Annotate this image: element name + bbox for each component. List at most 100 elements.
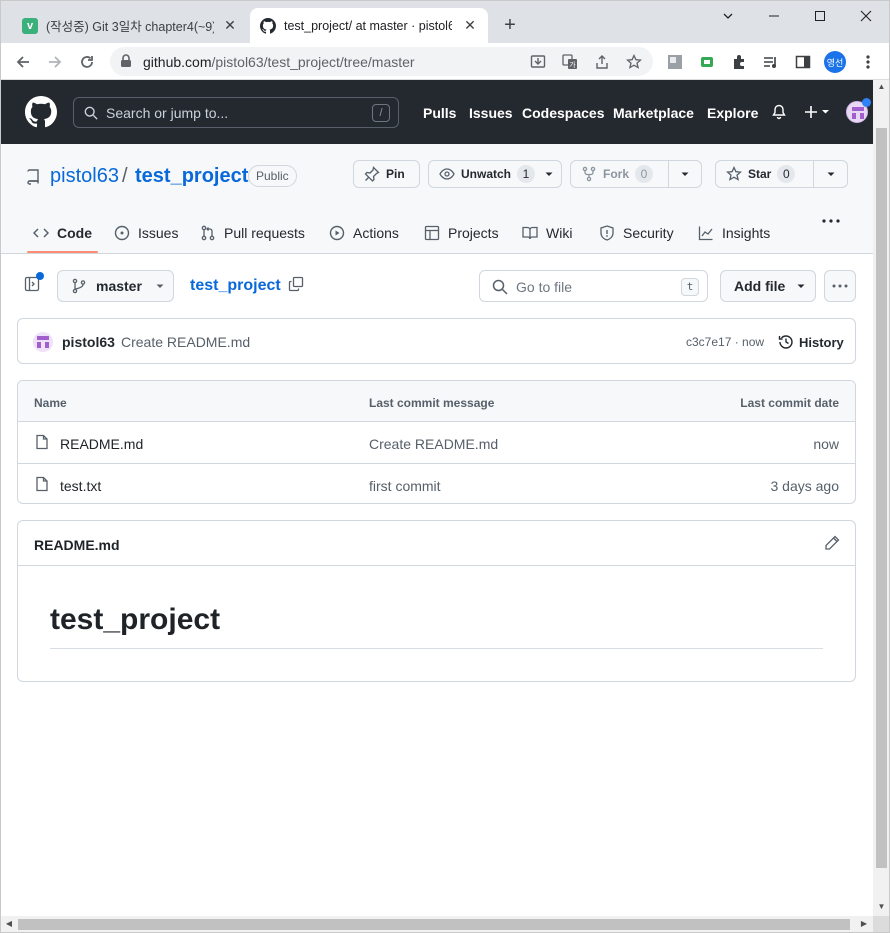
star-button[interactable]: Star 0	[715, 160, 814, 188]
readme-header: README.md	[18, 521, 855, 566]
breadcrumb-repo-link[interactable]: test_project	[190, 277, 281, 295]
fork-dropdown-button[interactable]	[668, 160, 702, 188]
media-control-icon[interactable]	[761, 52, 781, 72]
pin-label: Pin	[386, 167, 405, 181]
expand-file-tree-icon[interactable]	[24, 272, 44, 297]
repo-owner-link[interactable]: pistol63	[50, 165, 119, 188]
scroll-down-arrow-icon[interactable]: ▼	[877, 902, 886, 912]
url-path: /pistol63/test_project/tree/master	[211, 54, 415, 70]
scroll-up-arrow-icon[interactable]: ▲	[877, 82, 886, 92]
add-file-button[interactable]: Add file	[720, 270, 816, 302]
fork-button[interactable]: Fork 0	[570, 160, 669, 188]
global-search-input[interactable]: Search or jump to... /	[73, 97, 399, 128]
tab-search-chevron-icon[interactable]	[716, 6, 740, 26]
go-to-file-input[interactable]: Go to file t	[479, 270, 708, 302]
scroll-left-arrow-icon[interactable]: ◀	[4, 919, 14, 930]
bookmark-star-icon[interactable]	[625, 53, 643, 71]
go-to-file-shortcut-key: t	[681, 278, 699, 296]
table-row[interactable]: test.txt first commit 3 days ago	[18, 463, 855, 503]
scroll-right-arrow-icon[interactable]: ▶	[859, 919, 869, 930]
nav-codespaces[interactable]: Codespaces	[522, 105, 604, 121]
file-commit-message-link[interactable]: first commit	[369, 478, 441, 494]
copy-path-icon[interactable]	[288, 276, 304, 297]
create-new-plus-icon[interactable]	[804, 104, 832, 120]
graph-icon	[698, 225, 714, 241]
browser-tab-1-active[interactable]: test_project/ at master · pistol63 ✕	[250, 8, 488, 43]
more-options-kebab-button[interactable]	[824, 270, 856, 302]
tab-label: Code	[57, 225, 92, 241]
file-commit-date: 3 days ago	[770, 478, 840, 494]
side-panel-icon[interactable]	[793, 52, 813, 72]
star-dropdown-button[interactable]	[813, 160, 848, 188]
share-icon[interactable]	[593, 53, 611, 71]
extension-image-icon[interactable]	[665, 52, 685, 72]
commit-author-link[interactable]: pistol63	[62, 334, 115, 350]
notifications-bell-icon[interactable]	[771, 104, 787, 120]
tab-security[interactable]: Security	[599, 214, 674, 252]
shield-icon	[599, 225, 615, 241]
horizontal-scrollbar[interactable]: ◀ ▶	[0, 916, 873, 933]
search-shortcut-key: /	[372, 104, 390, 122]
forward-arrow-icon[interactable]	[44, 51, 66, 73]
extensions-puzzle-icon[interactable]	[729, 52, 749, 72]
git-branch-icon	[71, 278, 87, 294]
readme-filename-link[interactable]: README.md	[34, 537, 120, 553]
nav-pulls[interactable]: Pulls	[423, 105, 456, 121]
tab-pull-requests[interactable]: Pull requests	[200, 214, 305, 252]
nav-marketplace[interactable]: Marketplace	[613, 105, 694, 121]
close-window-icon[interactable]	[854, 6, 878, 26]
profile-avatar[interactable]: 영선	[824, 51, 846, 73]
github-logo-icon[interactable]	[25, 96, 57, 133]
repo-name-link[interactable]: test_project	[135, 165, 248, 188]
nav-explore[interactable]: Explore	[707, 105, 758, 121]
tab-label: Projects	[448, 225, 499, 241]
reload-icon[interactable]	[76, 51, 98, 73]
nav-issues[interactable]: Issues	[469, 105, 513, 121]
extension-green-icon[interactable]	[697, 52, 717, 72]
branch-select-button[interactable]: master	[57, 270, 174, 302]
git-pull-request-icon	[200, 225, 216, 241]
browser-tab-0[interactable]: v (작성중) Git 3일차 chapter4(~9) ✕	[12, 8, 248, 43]
repo-icon	[25, 169, 41, 190]
install-app-icon[interactable]	[529, 53, 547, 71]
history-button[interactable]: History	[778, 334, 844, 350]
horizontal-scroll-thumb[interactable]	[18, 919, 850, 930]
new-tab-plus-icon[interactable]: +	[500, 15, 520, 35]
history-clock-icon	[778, 334, 794, 350]
repository-header: pistol63 / test_project Public Pin Unwat…	[0, 144, 873, 254]
browser-menu-kebab-icon[interactable]	[858, 52, 878, 72]
tab-label: Security	[623, 225, 674, 241]
commit-author-avatar[interactable]	[33, 332, 53, 352]
commit-message-link[interactable]: Create README.md	[121, 334, 250, 350]
close-tab-icon[interactable]: ✕	[462, 17, 478, 34]
search-icon	[492, 279, 508, 295]
tab-insights[interactable]: Insights	[698, 214, 770, 252]
url-field[interactable]: github.com/pistol63/test_project/tree/ma…	[110, 47, 653, 76]
pin-button[interactable]: Pin	[353, 160, 420, 188]
file-name-link[interactable]: README.md	[60, 436, 143, 452]
translate-icon[interactable]: 가	[561, 53, 579, 71]
minimize-icon[interactable]	[762, 6, 786, 26]
file-commit-message-link[interactable]: Create README.md	[369, 436, 498, 452]
maximize-icon[interactable]	[808, 6, 832, 26]
fork-count: 0	[635, 165, 654, 183]
tab-projects[interactable]: Projects	[424, 214, 499, 252]
code-icon	[33, 225, 49, 241]
add-file-label: Add file	[734, 278, 786, 294]
back-arrow-icon[interactable]	[12, 51, 34, 73]
tab-issues[interactable]: Issues	[114, 214, 178, 252]
table-row[interactable]: README.md Create README.md now	[18, 422, 855, 463]
commit-hash-time[interactable]: c3c7e17 · now	[686, 335, 764, 349]
unwatch-button[interactable]: Unwatch 1	[428, 160, 562, 188]
vertical-scrollbar[interactable]: ▲ ▼	[873, 80, 890, 916]
edit-pencil-icon[interactable]	[824, 535, 840, 551]
tab-wiki[interactable]: Wiki	[522, 214, 572, 252]
close-tab-icon[interactable]: ✕	[222, 17, 238, 34]
tab-code[interactable]: Code	[27, 214, 98, 253]
file-name-link[interactable]: test.txt	[60, 478, 101, 494]
more-tabs-kebab-icon[interactable]	[822, 219, 840, 223]
go-to-file-placeholder: Go to file	[516, 279, 573, 295]
file-table-header: Name Last commit message Last commit dat…	[18, 381, 855, 422]
tab-actions[interactable]: Actions	[329, 214, 399, 252]
vertical-scroll-thumb[interactable]	[876, 128, 887, 868]
